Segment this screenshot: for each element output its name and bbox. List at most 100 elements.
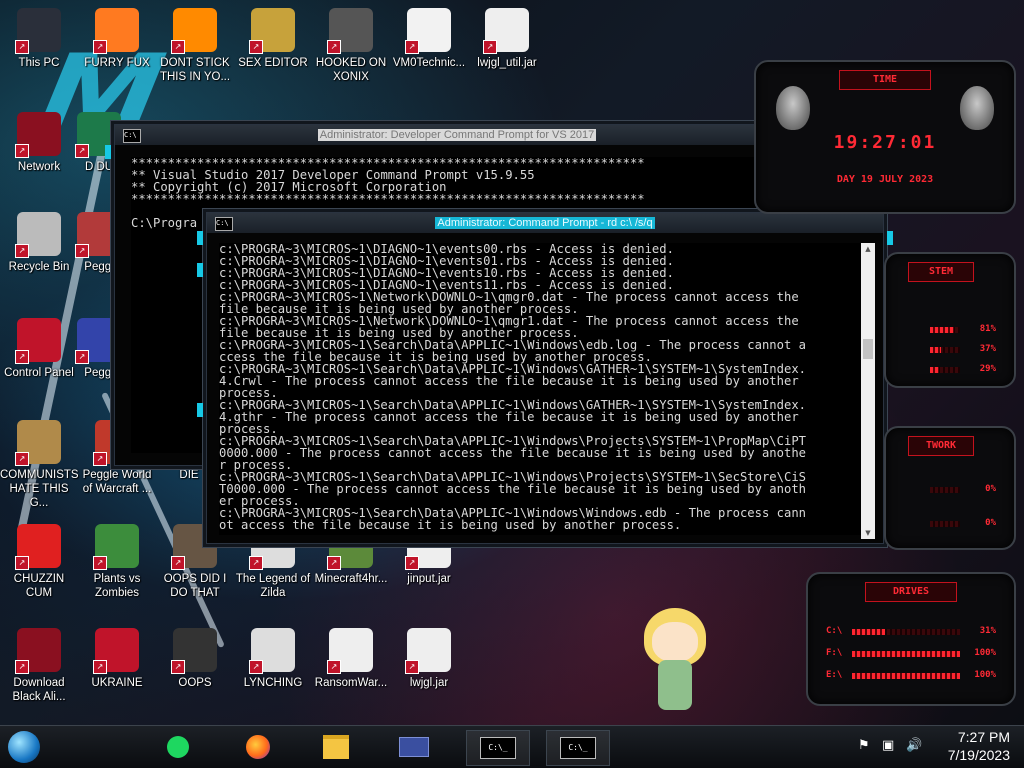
- desktop-icon-label: This PC: [18, 57, 60, 69]
- shortcut-arrow-icon: ↗: [93, 556, 107, 570]
- taskbar-app-icon[interactable]: [386, 730, 442, 764]
- console-output[interactable]: c:\PROGRA~3\MICROS~1\DIAGNO~1\events00.r…: [219, 243, 861, 535]
- ooops-icon: ↗: [171, 628, 217, 674]
- desktop-icon[interactable]: ↗ lwjgl_util.jar: [468, 8, 546, 70]
- desktop-icon-label: UKRAINE: [91, 677, 143, 689]
- time-date: DAY 19 JULY 2023: [836, 174, 934, 185]
- shortcut-arrow-icon: ↗: [171, 556, 185, 570]
- widget-header: TWORK: [908, 436, 974, 456]
- desktop-icon[interactable]: ↗ COMMUNISTS HATE THIS G...: [0, 420, 79, 510]
- command-prompt-window[interactable]: C:\ Administrator: Command Prompt - rd c…: [197, 212, 893, 544]
- desktop-icon[interactable]: ↗ VM0Technic...: [390, 8, 468, 70]
- meter-row: E:\ 100%: [826, 670, 996, 682]
- taskbar-cmd-button-1[interactable]: C:\_: [466, 730, 530, 766]
- meter-percent: 31%: [979, 626, 996, 636]
- frame-accent: [197, 263, 203, 277]
- meter-row: 81%: [904, 324, 996, 336]
- desktop-icon-label: COMMUNISTS HATE THIS G...: [0, 469, 79, 509]
- desktop-icon[interactable]: ↗ SEX EDITOR: [234, 8, 312, 70]
- desktop-icon-label: Minecraft4hr...: [314, 573, 388, 585]
- meter-fill: [930, 327, 955, 333]
- meter-label: C:\: [826, 626, 843, 636]
- time-clock: 19:27:01: [833, 132, 937, 153]
- desktop-icon[interactable]: ↗ CHUZZIN CUM: [0, 524, 78, 600]
- drives-widget: DRIVES C:\ 31% F:\ 100% E:\ 100%: [806, 572, 1016, 706]
- network-icon: ↗: [15, 112, 61, 158]
- meter-row: 29%: [904, 364, 996, 376]
- shortcut-arrow-icon: ↗: [249, 556, 263, 570]
- widget-header: TIME: [839, 70, 931, 90]
- widget-header: DRIVES: [865, 582, 957, 602]
- desktop-icon-label: OOPS DID I DO THAT: [163, 573, 227, 599]
- desktop-icon[interactable]: ↗ This PC: [0, 8, 78, 70]
- desktop-icon[interactable]: ↗ Download Black Ali...: [0, 628, 78, 704]
- desktop-icon-label: Peggle World of Warcraft ...: [82, 469, 152, 495]
- meter-label: F:\: [826, 648, 843, 658]
- skull-icon: ↗: [327, 628, 373, 674]
- desktop-icon-label: Plants vs Zombies: [93, 573, 141, 599]
- desktop-icon[interactable]: ↗ lwjgl.jar: [390, 628, 468, 690]
- desktop-icon[interactable]: ↗ UKRAINE: [78, 628, 156, 690]
- meter-row: 0%: [904, 518, 996, 530]
- scroll-down-arrow[interactable]: ▼: [861, 527, 875, 539]
- taskbar-firefox-icon[interactable]: [240, 730, 276, 764]
- scroll-up-arrow[interactable]: ▲: [861, 243, 875, 255]
- taskbar-spotify-icon[interactable]: [160, 730, 196, 764]
- desktop-icon-label: RansomWar...: [314, 677, 388, 689]
- widget-header: STEM: [908, 262, 974, 282]
- meter-percent: 0%: [985, 484, 996, 494]
- shortcut-arrow-icon: ↗: [483, 40, 497, 54]
- meter-track: [930, 367, 960, 373]
- clock-date: 7/19/2023: [947, 747, 1010, 763]
- radiation-icon: ↗: [93, 628, 139, 674]
- system-widget: STEM 81% 37% 29%: [884, 252, 1016, 388]
- doctor-icon: ↗: [405, 8, 451, 54]
- desktop-icon-label: OOPS: [178, 677, 212, 689]
- system-clock[interactable]: 7:27 PM 7/19/2023: [948, 728, 1010, 764]
- shortcut-arrow-icon: ↗: [15, 556, 29, 570]
- cartoon-character-art: [630, 600, 720, 720]
- desktop-icon[interactable]: ↗ DONT STICK THIS IN YO...: [156, 8, 234, 84]
- this-pc-icon: ↗: [15, 8, 61, 54]
- desktop-icon[interactable]: ↗ HOOKED ON XONIX: [312, 8, 390, 84]
- meter-fill: [930, 347, 942, 353]
- meter-track: [930, 487, 960, 493]
- desktop-icon-label: DONT STICK THIS IN YO...: [159, 57, 231, 83]
- vertical-scrollbar[interactable]: ▲ ▼: [861, 243, 875, 539]
- desktop-icon[interactable]: ↗ OOPS: [156, 628, 234, 690]
- plants-vs-zombies-icon: ↗: [93, 524, 139, 570]
- title-bar[interactable]: C:\ Administrator: Developer Command Pro…: [115, 125, 799, 145]
- taskbar-cmd-button-2[interactable]: C:\_: [546, 730, 610, 766]
- desktop-icon-label: VM0Technic...: [392, 57, 466, 69]
- desktop-icon-label: LYNCHING: [243, 677, 303, 689]
- network-icon[interactable]: ▣: [882, 738, 894, 753]
- window-title: Administrator: Command Prompt - rd c:\ /…: [435, 217, 655, 229]
- desktop-icon-label: The Legend of Zilda: [235, 573, 311, 599]
- taskbar-file-explorer-icon[interactable]: [318, 730, 354, 764]
- shortcut-arrow-icon: ↗: [75, 144, 89, 158]
- java-jar-icon: ↗: [483, 8, 529, 54]
- title-bar[interactable]: C:\ Administrator: Command Prompt - rd c…: [207, 213, 883, 233]
- desktop-icon[interactable]: ↗ RansomWar...: [312, 628, 390, 690]
- start-button[interactable]: [6, 730, 42, 764]
- volume-icon[interactable]: 🔊: [906, 738, 922, 753]
- desktop-icon[interactable]: ↗ LYNCHING: [234, 628, 312, 690]
- shortcut-arrow-icon: ↗: [327, 556, 341, 570]
- meter-track: [852, 673, 960, 679]
- desktop-icon[interactable]: ↗ Plants vs Zombies: [78, 524, 156, 600]
- noose-icon: ↗: [249, 628, 295, 674]
- time-widget: TIME 19:27:01 DAY 19 JULY 2023: [754, 60, 1016, 214]
- meter-track: [930, 327, 960, 333]
- taskbar: C:\_ C:\_ ⚑ ▣ 🔊 7:27 PM 7/19/2023: [0, 725, 1024, 768]
- desktop-icon[interactable]: ↗ FURRY FUX: [78, 8, 156, 70]
- frame-accent: [197, 231, 203, 245]
- shortcut-arrow-icon: ↗: [15, 660, 29, 674]
- desktop-icon-label: lwjgl_util.jar: [477, 57, 537, 69]
- network-widget: TWORK 0% 0%: [884, 426, 1016, 550]
- desktop-icon-label: HOOKED ON XONIX: [315, 57, 387, 83]
- scroll-thumb[interactable]: [863, 339, 873, 359]
- alien-head-icon: [960, 86, 994, 130]
- action-center-flag-icon[interactable]: ⚑: [858, 738, 870, 753]
- meter-row: 0%: [904, 484, 996, 496]
- meter-track: [930, 347, 960, 353]
